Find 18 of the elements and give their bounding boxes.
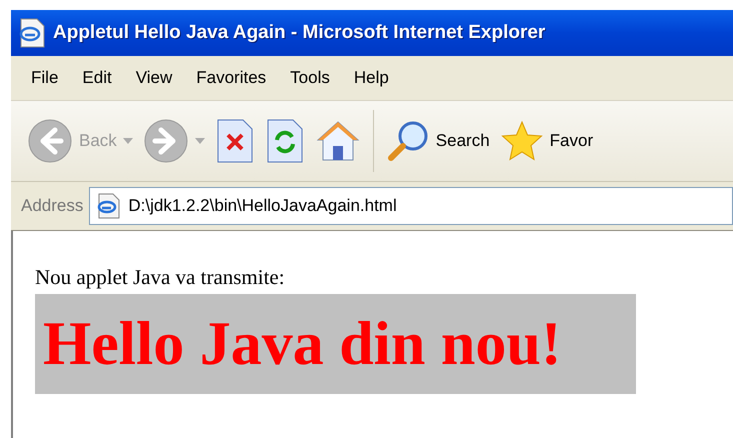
address-field[interactable]: D:\jdk1.2.2\bin\HelloJavaAgain.html: [89, 187, 733, 225]
menu-item[interactable]: Help: [342, 68, 401, 88]
address-label: Address: [21, 196, 84, 216]
intro-text: Nou applet Java va transmite:: [35, 265, 286, 290]
menu-item[interactable]: View: [124, 68, 184, 88]
browser-page-icon: [17, 17, 47, 49]
menu-item[interactable]: Favorites: [184, 68, 278, 88]
menu-item[interactable]: Tools: [278, 68, 342, 88]
window-title: Appletul Hello Java Again - Microsoft Internet Explorer: [53, 22, 546, 44]
menu-item[interactable]: Edit: [70, 68, 124, 88]
toolbar-button-label[interactable]: Search: [436, 131, 490, 151]
address-text: D:\jdk1.2.2\bin\HelloJavaAgain.html: [128, 196, 397, 216]
menu-item[interactable]: File: [19, 68, 70, 88]
dropdown-caret-icon[interactable]: [122, 138, 133, 144]
dropdown-caret-icon[interactable]: [194, 138, 205, 144]
applet-message: Hello Java din nou!: [43, 308, 562, 380]
page-icon: [96, 192, 122, 220]
toolbar-button-label[interactable]: Favor: [550, 131, 594, 151]
